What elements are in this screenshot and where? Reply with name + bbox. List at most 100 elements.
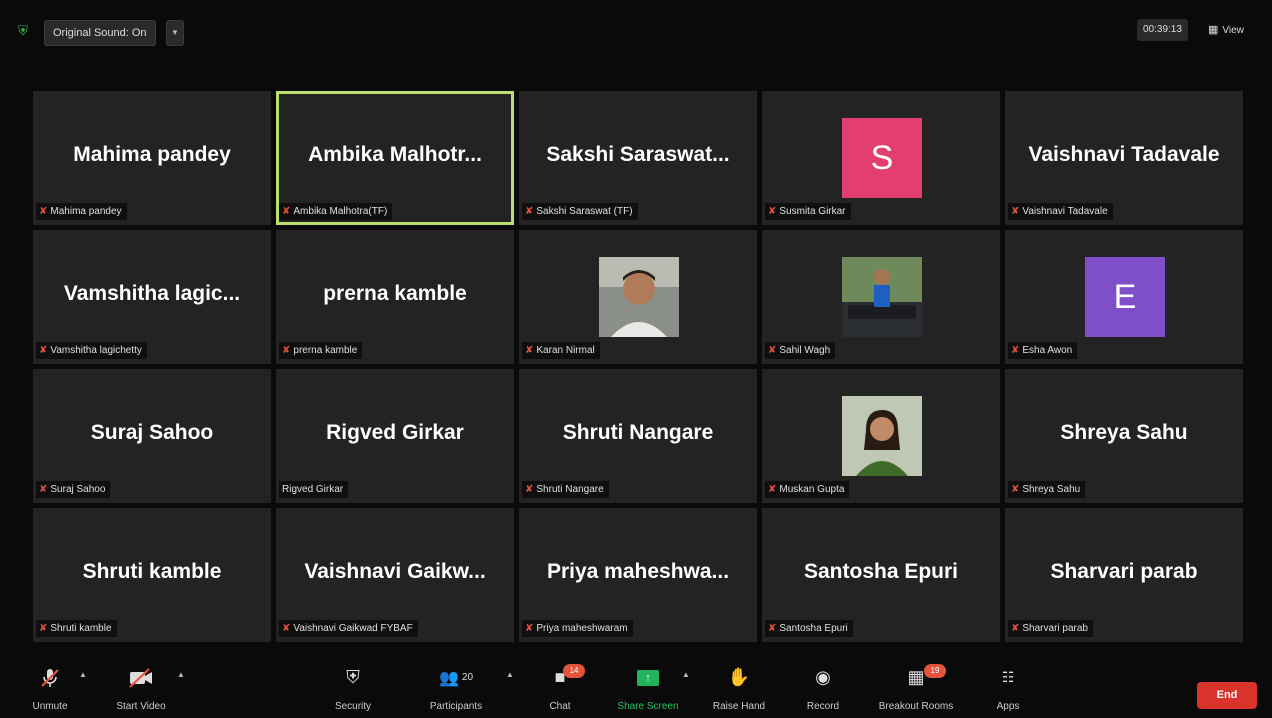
end-meeting-button[interactable]: End: [1197, 682, 1257, 709]
unmute-button[interactable]: Unmute: [22, 662, 78, 718]
participant-grid: Mahima pandey ✘ Mahima pandey Ambika Malhot…: [33, 91, 1243, 642]
record-button[interactable]: ◉ Record: [798, 662, 848, 718]
mic-muted-icon: ✘: [1011, 206, 1020, 217]
participant-name-label: ✘ Suraj Sahoo: [36, 481, 111, 498]
participant-tile[interactable]: Shruti kamble ✘ Shruti kamble: [33, 508, 271, 642]
mic-muted-icon: ✘: [768, 623, 777, 634]
security-button[interactable]: ⛨ Security: [323, 662, 383, 718]
participant-name-label: ✘ Mahima pandey: [36, 203, 127, 220]
chat-label: Chat: [549, 701, 571, 712]
participant-name-text: Ambika Malhotra(TF): [293, 206, 388, 217]
participant-tile[interactable]: S ✘ Susmita Girkar: [762, 91, 1000, 225]
participant-display-name: Vaishnavi Gaikw...: [304, 560, 486, 583]
chat-button[interactable]: ■ 14 Chat: [535, 662, 585, 718]
participants-caret-icon[interactable]: ▲: [506, 670, 514, 679]
participant-tile[interactable]: Mahima pandey ✘ Mahima pandey: [33, 91, 271, 225]
participant-name-text: Vaishnavi Gaikwad FYBAF: [293, 623, 413, 634]
participant-tile[interactable]: ✘ Karan Nirmal: [519, 230, 757, 364]
profile-photo: [599, 257, 679, 337]
participant-name-text: Shruti kamble: [50, 623, 112, 634]
participant-tile[interactable]: Vaishnavi Tadavale ✘ Vaishnavi Tadavale: [1005, 91, 1243, 225]
avatar: E: [1085, 257, 1165, 337]
participant-tile[interactable]: Priya maheshwa... ✘ Priya maheshwaram: [519, 508, 757, 642]
participant-tile[interactable]: Santosha Epuri ✘ Santosha Epuri: [762, 508, 1000, 642]
participant-tile[interactable]: Sakshi Saraswat... ✘ Sakshi Saraswat (TF): [519, 91, 757, 225]
participant-name-label: Rigved Girkar: [279, 481, 349, 498]
mic-muted-icon: ✘: [1011, 345, 1020, 356]
top-bar: ⛨ Original Sound: On ▼ 00:39:13 ▦ View: [0, 0, 1272, 60]
participant-tile[interactable]: ✘ Sahil Wagh: [762, 230, 1000, 364]
participant-name-text: Priya maheshwaram: [536, 623, 628, 634]
breakout-rooms-badge: 19: [924, 664, 946, 678]
participant-name-text: Sakshi Saraswat (TF): [536, 206, 633, 217]
participant-tile[interactable]: E ✘ Esha Awon: [1005, 230, 1243, 364]
mic-muted-icon: ✘: [525, 484, 534, 495]
mic-muted-icon: ✘: [282, 206, 291, 217]
security-label: Security: [334, 701, 372, 712]
share-screen-label: Share Screen: [617, 701, 679, 712]
participant-name-label: ✘ Santosha Epuri: [765, 620, 853, 637]
breakout-rooms-button[interactable]: ▦ 19 Breakout Rooms: [866, 662, 966, 718]
participant-tile[interactable]: prerna kamble ✘ prerna kamble: [276, 230, 514, 364]
audio-options-caret-icon[interactable]: ▲: [79, 670, 87, 679]
grid-view-icon: ▦: [1208, 24, 1219, 36]
participant-name-text: Sahil Wagh: [779, 345, 831, 356]
mic-muted-icon: ✘: [768, 484, 777, 495]
participant-name-label: ✘ Sakshi Saraswat (TF): [522, 203, 638, 220]
participant-tile[interactable]: Sharvari parab ✘ Sharvari parab: [1005, 508, 1243, 642]
raise-hand-icon: ✋: [727, 667, 751, 687]
participant-name-text: Vaishnavi Tadavale: [1022, 206, 1108, 217]
participant-name-label: ✘ Susmita Girkar: [765, 203, 851, 220]
share-screen-icon: ↑: [637, 670, 659, 687]
mic-muted-icon: [22, 662, 78, 692]
encryption-shield-icon[interactable]: ⛨: [14, 22, 32, 40]
participants-count: 20: [461, 672, 474, 684]
apps-button[interactable]: ☷ Apps: [988, 662, 1028, 718]
participant-display-name: Santosha Epuri: [803, 560, 959, 583]
view-button[interactable]: ▦ View: [1208, 19, 1244, 41]
participant-name-label: ✘ Ambika Malhotra(TF): [279, 203, 393, 220]
participant-tile[interactable]: Shreya Sahu ✘ Shreya Sahu: [1005, 369, 1243, 503]
participant-tile[interactable]: ✘ Muskan Gupta: [762, 369, 1000, 503]
participant-tile[interactable]: Shruti Nangare ✘ Shruti Nangare: [519, 369, 757, 503]
start-video-label: Start Video: [116, 701, 166, 712]
participant-name-text: Santosha Epuri: [779, 623, 848, 634]
participant-tile[interactable]: Vamshitha lagic... ✘ Vamshitha lagichetty: [33, 230, 271, 364]
apps-label: Apps: [996, 701, 1020, 712]
unmute-label: Unmute: [32, 701, 68, 712]
mic-muted-icon: ✘: [525, 623, 534, 634]
share-screen-caret-icon[interactable]: ▲: [682, 670, 690, 679]
participant-display-name: Shruti Nangare: [562, 421, 714, 444]
participant-name-label: ✘ Sahil Wagh: [765, 342, 836, 359]
participants-button[interactable]: 👥 20 Participants: [420, 662, 492, 718]
breakout-rooms-label: Breakout Rooms: [878, 701, 954, 712]
security-shield-icon: ⛨: [346, 667, 360, 687]
participant-name-text: Esha Awon: [1022, 345, 1073, 356]
mic-muted-icon: ✘: [768, 206, 777, 217]
start-video-button[interactable]: Start Video: [106, 662, 176, 718]
participant-name-text: Mahima pandey: [50, 206, 122, 217]
mic-muted-icon: ✘: [1011, 484, 1020, 495]
participant-tile[interactable]: Rigved Girkar Rigved Girkar: [276, 369, 514, 503]
raise-hand-button[interactable]: ✋ Raise Hand: [706, 662, 772, 718]
participant-tile[interactable]: Suraj Sahoo ✘ Suraj Sahoo: [33, 369, 271, 503]
participant-name-label: ✘ Priya maheshwaram: [522, 620, 633, 637]
participant-display-name: Ambika Malhotr...: [308, 143, 482, 166]
record-icon: ◉: [815, 667, 831, 687]
original-sound-caret-icon[interactable]: ▼: [166, 20, 184, 46]
participant-display-name: Vamshitha lagic...: [63, 282, 241, 305]
participant-display-name: Sharvari parab: [1050, 560, 1198, 583]
participant-tile[interactable]: Ambika Malhotr... ✘ Ambika Malhotra(TF): [276, 91, 514, 225]
participant-display-name: Mahima pandey: [73, 143, 231, 166]
share-screen-button[interactable]: ↑ Share Screen: [609, 662, 687, 718]
original-sound-button[interactable]: Original Sound: On: [44, 20, 156, 46]
meeting-toolbar: Unmute ▲ Start Video ▲ ⛨ Security 👥 20 Pa…: [0, 662, 1272, 718]
video-options-caret-icon[interactable]: ▲: [177, 670, 185, 679]
participant-tile[interactable]: Vaishnavi Gaikw... ✘ Vaishnavi Gaikwad FYB…: [276, 508, 514, 642]
participant-name-text: Shreya Sahu: [1022, 484, 1081, 495]
participant-display-name: Shruti kamble: [82, 560, 222, 583]
participant-name-label: ✘ prerna kamble: [279, 342, 363, 359]
chat-unread-badge: 14: [563, 664, 585, 678]
participant-name-text: Susmita Girkar: [779, 206, 846, 217]
mic-muted-icon: ✘: [1011, 623, 1020, 634]
